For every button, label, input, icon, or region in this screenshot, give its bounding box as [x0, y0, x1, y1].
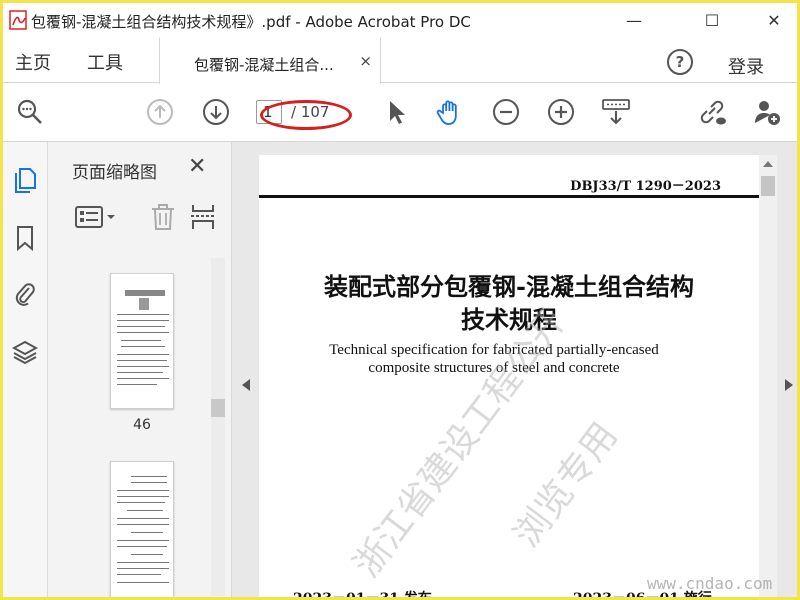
- layers-icon[interactable]: [12, 338, 38, 366]
- hand-tool-icon[interactable]: [435, 97, 465, 127]
- thumbnail-page-number: 46: [133, 417, 151, 433]
- next-page-icon[interactable]: [201, 97, 231, 127]
- acrobat-app-icon: [9, 10, 27, 30]
- previous-page-icon[interactable]: [145, 97, 175, 127]
- document-scrollbar-thumb[interactable]: [761, 176, 775, 196]
- document-viewport: DBJ33/T 1290－2023 装配式部分包覆钢-混凝土组合结构 技术规程 …: [232, 142, 797, 597]
- zoom-out-icon[interactable]: [491, 97, 521, 127]
- app-window: 包覆钢-混凝土组合结构技术规程》.pdf - Adobe Acrobat Pro…: [3, 3, 797, 597]
- extract-pages-icon[interactable]: [189, 202, 219, 232]
- document-tab-close-button[interactable]: ×: [359, 52, 372, 70]
- tab-document[interactable]: 包覆钢-混凝土组合... ×: [159, 37, 381, 84]
- close-window-button[interactable]: ✕: [751, 3, 797, 37]
- help-button[interactable]: ?: [667, 49, 693, 75]
- attachments-icon[interactable]: [12, 280, 38, 308]
- thumbnail-panel: 页面缩略图 ✕ 46: [48, 142, 232, 597]
- pdf-page: DBJ33/T 1290－2023 装配式部分包覆钢-混凝土组合结构 技术规程 …: [259, 155, 759, 597]
- maximize-button[interactable]: ☐: [689, 3, 735, 37]
- window-title: 包覆钢-混凝土组合结构技术规程》.pdf - Adobe Acrobat Pro…: [31, 13, 471, 31]
- delete-page-icon[interactable]: [148, 202, 178, 232]
- page-thumbnail[interactable]: [110, 273, 174, 409]
- login-button[interactable]: 登录: [728, 53, 764, 79]
- document-scrollbar[interactable]: [759, 155, 777, 597]
- add-user-icon[interactable]: [752, 97, 782, 127]
- page-thumbnails-icon[interactable]: [12, 166, 38, 194]
- title-bar: 包覆钢-混凝土组合结构技术规程》.pdf - Adobe Acrobat Pro…: [3, 3, 797, 37]
- tab-bar: 主页 工具 包覆钢-混凝土组合... × ? 登录: [3, 37, 797, 84]
- panel-close-button[interactable]: ✕: [188, 154, 206, 179]
- standard-code: DBJ33/T 1290－2023: [570, 179, 721, 194]
- minimize-button[interactable]: —: [611, 3, 657, 37]
- scroll-up-arrow-icon[interactable]: [763, 161, 773, 167]
- tab-home[interactable]: 主页: [15, 49, 51, 75]
- tab-tools[interactable]: 工具: [87, 49, 123, 75]
- document-tab-label: 包覆钢-混凝土组合...: [194, 56, 334, 74]
- thumbnail-options-icon[interactable]: [74, 202, 118, 232]
- header-rule: [259, 195, 759, 198]
- thumbnail-scrollbar[interactable]: [211, 258, 225, 596]
- left-rail: [3, 142, 48, 597]
- scroll-mode-icon[interactable]: [601, 97, 631, 127]
- site-watermark: www.cndao.com: [647, 574, 773, 593]
- expand-right-panel-icon[interactable]: [785, 379, 793, 391]
- watermark-line2: 浏览专用: [506, 415, 626, 556]
- find-zoom-icon[interactable]: [15, 97, 45, 127]
- thumbnail-scrollbar-thumb[interactable]: [211, 399, 225, 417]
- page-thumbnail[interactable]: [110, 461, 174, 597]
- panel-title: 页面缩略图: [72, 163, 157, 183]
- main-toolbar: 1 / 107: [3, 84, 797, 142]
- collapse-left-panel-icon[interactable]: [242, 379, 250, 391]
- issue-date: 2023－01－31 发布: [293, 588, 432, 597]
- zoom-in-icon[interactable]: [546, 97, 576, 127]
- bookmarks-icon[interactable]: [12, 224, 38, 252]
- document-title-line1: 装配式部分包覆钢-混凝土组合结构: [324, 272, 694, 301]
- share-link-icon[interactable]: [697, 97, 727, 127]
- red-highlight-annotation: [260, 100, 352, 130]
- select-cursor-icon[interactable]: [381, 97, 411, 127]
